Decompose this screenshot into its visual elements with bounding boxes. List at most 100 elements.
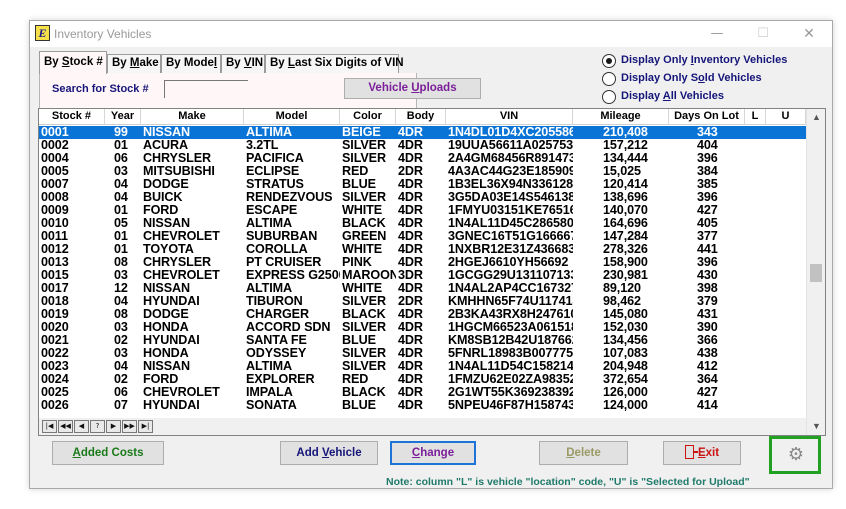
add-vehicle-button[interactable]: Add Vehicle bbox=[280, 441, 378, 465]
cell-location bbox=[745, 152, 766, 165]
table-row[interactable]: 0011 01 CHEVROLET SUBURBAN GREEN 4DR 3GNEC16T5… bbox=[39, 230, 806, 243]
cell-stock: 0024 bbox=[41, 373, 69, 386]
cell-stock: 0001 bbox=[41, 126, 69, 139]
last-record-icon[interactable]: ▶| bbox=[138, 420, 153, 433]
cell-stock: 0004 bbox=[41, 152, 69, 165]
change-button[interactable]: Change bbox=[390, 441, 476, 465]
previous-record-icon[interactable]: ◀ bbox=[74, 420, 89, 433]
table-row[interactable]: 0015 03 CHEVROLET EXPRESS G2500 MAROON 3DR 1GC… bbox=[39, 269, 806, 282]
help-icon[interactable]: ? bbox=[90, 420, 105, 433]
column-header-make[interactable]: Make bbox=[141, 109, 244, 125]
tab-label: IN bbox=[251, 57, 264, 69]
cell-color: WHITE bbox=[342, 204, 383, 217]
column-header-days-on-lot[interactable]: Days On Lot bbox=[669, 109, 745, 125]
cell-stock: 0010 bbox=[41, 217, 69, 230]
stock-search-input[interactable] bbox=[164, 80, 248, 98]
tab-hotkey: L bbox=[287, 57, 295, 69]
cell-body: 4DR bbox=[398, 282, 423, 295]
cell-upload bbox=[766, 126, 806, 139]
cell-color: SILVER bbox=[342, 360, 386, 373]
table-row[interactable]: 0019 08 DODGE CHARGER BLACK 4DR 2B3KA43RX8H247… bbox=[39, 308, 806, 321]
cell-stock: 0009 bbox=[41, 204, 69, 217]
maximize-button[interactable]: ☐ bbox=[740, 21, 786, 47]
table-row[interactable]: 0023 04 NISSAN ALTIMA SILVER 4DR 1N4AL11D54C15… bbox=[39, 360, 806, 373]
table-row[interactable]: 0005 03 MITSUBISHI ECLIPSE RED 2DR 4A3AC44G23E… bbox=[39, 165, 806, 178]
table-row[interactable]: 0026 07 HYUNDAI SONATA BLUE 4DR 5NPEU46F87H158… bbox=[39, 399, 806, 412]
button-label: Vehicle bbox=[368, 82, 412, 94]
next-page-icon[interactable]: ▶▶ bbox=[122, 420, 137, 433]
cell-upload bbox=[766, 152, 806, 165]
table-row[interactable]: 0022 03 HONDA ODYSSEY SILVER 4DR 5FNRL18983B00… bbox=[39, 347, 806, 360]
cell-body: 4DR bbox=[398, 347, 423, 360]
table-row[interactable]: 0004 06 CHRYSLER PACIFICA SILVER 4DR 2A4GM6845… bbox=[39, 152, 806, 165]
delete-button[interactable]: Delete bbox=[539, 441, 628, 465]
column-header-body[interactable]: Body bbox=[396, 109, 446, 125]
previous-page-icon[interactable]: ◀◀ bbox=[58, 420, 73, 433]
column-header-color[interactable]: Color bbox=[340, 109, 396, 125]
vertical-scrollbar[interactable]: ▲ ▼ bbox=[806, 109, 825, 435]
cell-body: 4DR bbox=[398, 139, 423, 152]
table-row[interactable]: 0017 12 NISSAN ALTIMA WHITE 4DR 1N4AL2AP4CC167… bbox=[39, 282, 806, 295]
column-header-stock[interactable]: Stock # bbox=[39, 109, 105, 125]
table-row[interactable]: 0024 02 FORD EXPLORER RED 4DR 1FMZU62E02ZA9835… bbox=[39, 373, 806, 386]
cell-stock: 0026 bbox=[41, 399, 69, 412]
table-row[interactable]: 0007 04 DODGE STRATUS BLUE 4DR 1B3EL36X94N3361… bbox=[39, 178, 806, 191]
table-row[interactable]: 0013 08 CHRYSLER PT CRUISER PINK 4DR 2HGEJ6610… bbox=[39, 256, 806, 269]
tab-label: By bbox=[112, 57, 130, 69]
table-row[interactable]: 0008 04 BUICK RENDEZVOUS SILVER 4DR 3G5DA03E14… bbox=[39, 191, 806, 204]
scroll-up-arrow-icon[interactable]: ▲ bbox=[807, 109, 825, 126]
table-row[interactable]: 0009 01 FORD ESCAPE WHITE 4DR 1FMYU03151KE7651… bbox=[39, 204, 806, 217]
table-row[interactable]: 0001 99 NISSAN ALTIMA BEIGE 4DR 1N4DL01D4XC205… bbox=[39, 126, 806, 139]
tab-label: By Mode bbox=[166, 57, 214, 69]
exit-button[interactable]: Exit bbox=[663, 441, 741, 465]
table-row[interactable]: 0018 04 HYUNDAI TIBURON SILVER 2DR KMHHN65F74U… bbox=[39, 295, 806, 308]
table-row[interactable]: 0012 01 TOYOTA COROLLA WHITE 4DR 1NXBR12E31Z43… bbox=[39, 243, 806, 256]
scroll-thumb[interactable] bbox=[810, 264, 822, 282]
button-hotkey: V bbox=[321, 447, 329, 459]
column-header-vin[interactable]: VIN bbox=[446, 109, 573, 125]
cell-mileage: 278,326 bbox=[603, 243, 648, 256]
cell-stock: 0005 bbox=[41, 165, 69, 178]
vehicle-uploads-button[interactable]: Vehicle Uploads bbox=[344, 78, 481, 99]
scroll-down-arrow-icon[interactable]: ▼ bbox=[807, 418, 825, 435]
cell-year: 04 bbox=[114, 191, 128, 204]
tab-by-model[interactable]: By Model bbox=[161, 54, 221, 73]
title-bar[interactable]: E Inventory Vehicles — ☐ ✕ bbox=[30, 21, 832, 47]
radio-button[interactable] bbox=[602, 54, 616, 68]
column-header-location[interactable]: L bbox=[745, 109, 766, 125]
column-header-mileage[interactable]: Mileage bbox=[573, 109, 669, 125]
column-header-model[interactable]: Model bbox=[244, 109, 340, 125]
table-row[interactable]: 0020 03 HONDA ACCORD SDN SILVER 4DR 1HGCM66523… bbox=[39, 321, 806, 334]
cell-model: ALTIMA bbox=[246, 217, 293, 230]
added-costs-button[interactable]: Added Costs bbox=[52, 441, 164, 465]
tab-by-stock[interactable]: By Stock # bbox=[39, 51, 107, 74]
cell-vin: 1N4AL2AP4CC167327 bbox=[448, 282, 573, 295]
vehicle-grid[interactable]: Stock # Year Make Model Color Body VIN Mileage D… bbox=[38, 108, 826, 436]
tab-by-make[interactable]: By Make bbox=[107, 54, 161, 73]
settings-button[interactable]: ⚙ bbox=[769, 436, 821, 474]
table-row[interactable]: 0010 05 NISSAN ALTIMA BLACK 4DR 1N4AL11D45C286… bbox=[39, 217, 806, 230]
close-button[interactable]: ✕ bbox=[786, 21, 832, 47]
first-record-icon[interactable]: |◀ bbox=[42, 420, 57, 433]
minimize-button[interactable]: — bbox=[694, 21, 740, 47]
tab-by-vin[interactable]: By VIN bbox=[221, 54, 265, 73]
cell-make: HYUNDAI bbox=[143, 334, 200, 347]
radio-button[interactable] bbox=[602, 90, 616, 104]
table-row[interactable]: 0025 06 CHEVROLET IMPALA BLACK 4DR 2G1WT55K369… bbox=[39, 386, 806, 399]
table-row[interactable]: 0002 01 ACURA 3.2TL SILVER 4DR 19UUA56611A0257… bbox=[39, 139, 806, 152]
table-row[interactable]: 0021 02 HYUNDAI SANTA FE BLUE 4DR KM8SB12B42U1… bbox=[39, 334, 806, 347]
cell-year: 01 bbox=[114, 243, 128, 256]
cell-mileage: 140,070 bbox=[603, 204, 648, 217]
cell-location bbox=[745, 321, 766, 334]
cell-make: NISSAN bbox=[143, 126, 190, 139]
column-header-upload[interactable]: U bbox=[766, 109, 806, 125]
column-header-year[interactable]: Year bbox=[105, 109, 141, 125]
cell-mileage: 134,444 bbox=[603, 152, 648, 165]
radio-button[interactable] bbox=[602, 72, 616, 86]
cell-stock: 0025 bbox=[41, 386, 69, 399]
cell-vin: 1B3EL36X94N336128 bbox=[448, 178, 573, 191]
next-record-icon[interactable]: ▶ bbox=[106, 420, 121, 433]
record-navigator-bar: |◀ ◀◀ ◀? ▶ ▶▶ ▶| bbox=[39, 418, 806, 435]
tab-by-last-six-vin[interactable]: By Last Six Digits of VIN bbox=[265, 54, 404, 73]
button-label: hange bbox=[420, 447, 455, 459]
